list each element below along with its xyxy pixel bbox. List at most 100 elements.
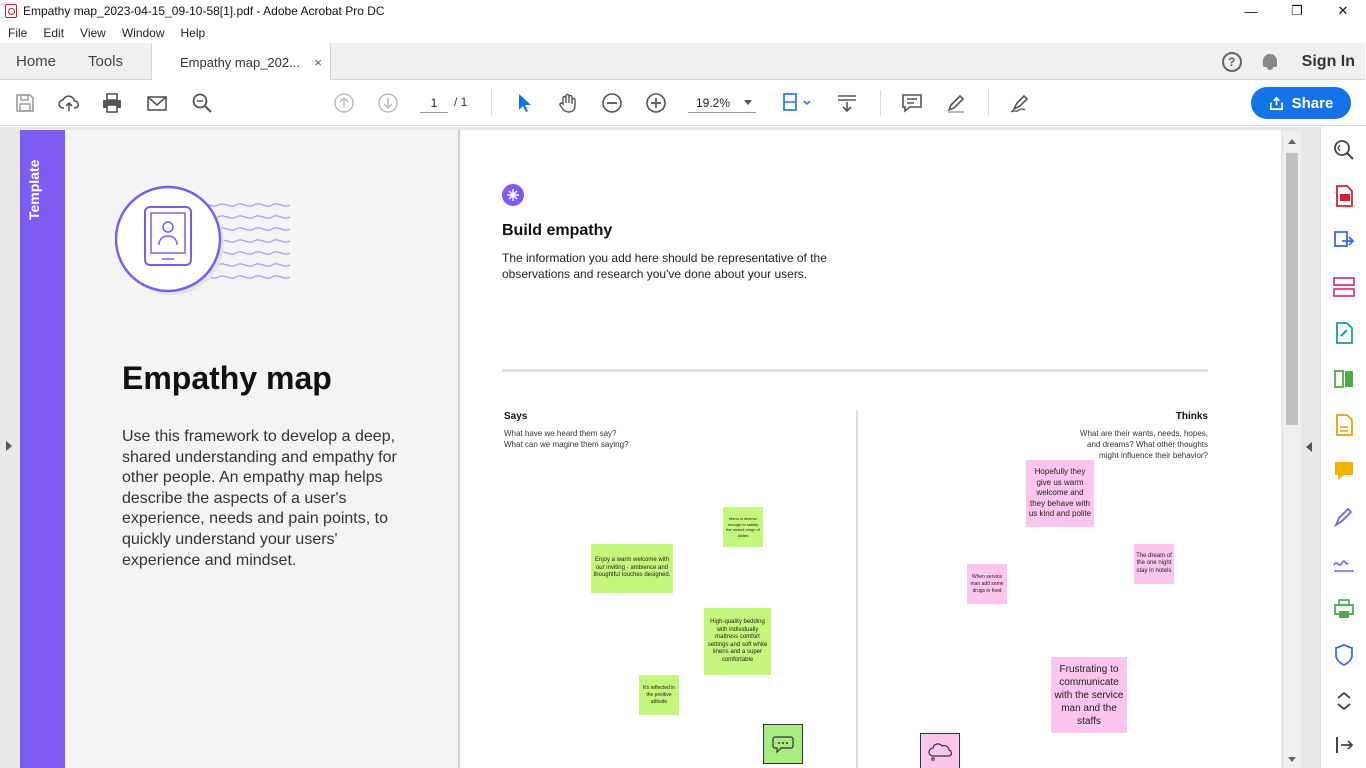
scroll-up-arrow-icon[interactable] xyxy=(1288,139,1296,144)
share-button[interactable]: Share xyxy=(1251,87,1351,119)
collapse-sidebar-icon[interactable] xyxy=(1332,733,1356,757)
export-pdf-icon[interactable] xyxy=(1332,229,1356,253)
section-divider xyxy=(502,369,1208,372)
thinks-question-2: and dreams? What other thoughts xyxy=(1087,440,1208,449)
scroll-down-arrow-icon[interactable] xyxy=(1288,757,1296,762)
tab-close-icon[interactable]: × xyxy=(314,55,322,70)
sticky-note[interactable]: Enjoy a warm welcome with our inviting ·… xyxy=(591,544,673,593)
menu-view[interactable]: View xyxy=(72,26,114,40)
compare-files-icon[interactable] xyxy=(1332,367,1356,391)
zoom-out-icon[interactable] xyxy=(600,91,624,115)
tab-home[interactable]: Home xyxy=(16,43,56,80)
window-controls: — ❐ ✕ xyxy=(1228,0,1366,22)
template-info-panel: Empathy map Use this framework to develo… xyxy=(65,130,460,768)
thinks-question-1: What are their wants, needs, hopes, xyxy=(1079,429,1208,438)
chat-bubble-icon xyxy=(772,736,794,753)
next-page-icon[interactable] xyxy=(376,91,400,115)
zoom-in-icon[interactable] xyxy=(644,91,668,115)
acrobat-pdf-icon xyxy=(5,4,17,18)
thinks-description: What are their wants, needs, hopes, and … xyxy=(1080,428,1208,461)
close-button[interactable]: ✕ xyxy=(1320,0,1366,22)
hand-tool-icon[interactable] xyxy=(556,91,580,115)
vertical-scrollbar[interactable] xyxy=(1283,131,1301,768)
tabs-row: Home Tools Empathy map_202... × ? Sign I… xyxy=(0,43,1366,81)
fill-form-icon[interactable] xyxy=(1332,413,1356,437)
email-icon[interactable] xyxy=(145,91,169,115)
empathy-illustration-icon xyxy=(115,185,291,295)
scrollbar-thumb[interactable] xyxy=(1286,153,1298,425)
tab-document-label: Empathy map_202... xyxy=(180,54,300,70)
menu-edit[interactable]: Edit xyxy=(35,26,72,40)
cloud-upload-icon[interactable] xyxy=(57,91,81,115)
sticky-note[interactable]: It's reflected in the positive attitude xyxy=(639,675,679,715)
sticky-note[interactable]: High-quality bedding with individually m… xyxy=(704,608,771,675)
template-strip: Template xyxy=(20,130,65,768)
search-icon[interactable] xyxy=(190,91,214,115)
chevron-down-icon xyxy=(744,100,752,105)
print-icon[interactable] xyxy=(100,91,124,115)
minimize-button[interactable]: — xyxy=(1228,0,1274,22)
thought-cloud-icon xyxy=(928,743,953,761)
template-label: Template xyxy=(26,159,42,220)
print-production-icon[interactable] xyxy=(1332,597,1356,621)
sticky-note[interactable]: When service man add some drugs in food xyxy=(967,564,1007,604)
build-empathy-description: The information you add here should be r… xyxy=(502,251,827,281)
previous-page-icon[interactable] xyxy=(332,91,356,115)
comment-tool-icon[interactable] xyxy=(1332,459,1356,483)
sticky-note[interactable]: Hopefully they give us warm welcome and … xyxy=(1026,460,1094,527)
scrolling-mode-icon[interactable] xyxy=(835,91,859,115)
protect-shield-icon[interactable] xyxy=(1332,643,1356,667)
page-fit-icon[interactable] xyxy=(780,91,814,115)
expand-left-arrow-icon xyxy=(6,441,12,451)
says-title: Says xyxy=(504,411,528,422)
tab-tools[interactable]: Tools xyxy=(88,43,123,80)
sticky-note[interactable]: The dream of the one night stay in hotel… xyxy=(1134,544,1174,584)
toolbar: 1 / 1 19.2% Share xyxy=(0,80,1366,126)
toolbar-divider xyxy=(988,90,989,116)
template-description: Use this framework to develop a deep, sh… xyxy=(122,428,397,569)
zoom-level-select[interactable]: 19.2% xyxy=(688,93,756,113)
collapse-right-panel-arrow-icon[interactable] xyxy=(1306,442,1312,452)
highlight-pen-icon[interactable] xyxy=(944,91,968,115)
sticky-note-thought[interactable] xyxy=(920,733,960,768)
toolbar-divider xyxy=(880,90,881,116)
notifications-bell-icon[interactable] xyxy=(1262,53,1278,71)
toolbar-divider xyxy=(491,90,492,116)
fill-sign-icon[interactable] xyxy=(1008,91,1032,115)
page-number-input[interactable]: 1 xyxy=(420,93,448,113)
menu-file[interactable]: File xyxy=(0,26,35,40)
empathy-canvas: Build empathy The information you add he… xyxy=(460,130,1281,768)
tab-document[interactable]: Empathy map_202... × xyxy=(151,43,331,81)
sticky-note[interactable]: Frustrating to communicate with the serv… xyxy=(1051,657,1127,733)
select-cursor-icon[interactable] xyxy=(512,91,536,115)
create-pdf-icon[interactable] xyxy=(1332,184,1356,208)
restore-button[interactable]: ❐ xyxy=(1274,0,1320,22)
sign-in-link[interactable]: Sign In xyxy=(1302,53,1355,71)
share-button-label: Share xyxy=(1291,94,1334,112)
zoom-level-value: 19.2% xyxy=(696,95,731,110)
fill-and-sign-icon[interactable] xyxy=(1332,505,1356,529)
more-tools-chevron-icon[interactable] xyxy=(1332,689,1356,713)
pdf-page: Template Empathy map Use this framework … xyxy=(20,130,1281,768)
sticky-note[interactable]: Menu is diverse enough to satisfy the wi… xyxy=(723,507,763,547)
share-icon xyxy=(1269,96,1283,110)
tools-sidebar xyxy=(1320,127,1366,768)
left-panel-toggle[interactable] xyxy=(0,127,20,768)
comment-icon[interactable] xyxy=(900,91,924,115)
help-icon[interactable]: ? xyxy=(1221,51,1242,72)
request-signature-icon[interactable] xyxy=(1332,551,1356,575)
thinks-question-3: might influence their behavior? xyxy=(1099,451,1208,460)
menu-window[interactable]: Window xyxy=(114,26,173,40)
document-viewport[interactable]: Template Empathy map Use this framework … xyxy=(0,127,1320,768)
sticky-note-chat[interactable] xyxy=(763,724,803,764)
says-question-1: What have we heard them say? xyxy=(504,429,617,438)
page-total: / 1 xyxy=(454,95,468,109)
thinks-title: Thinks xyxy=(1175,411,1208,422)
save-icon[interactable] xyxy=(13,91,37,115)
edit-pdf-icon[interactable] xyxy=(1332,321,1356,345)
sparkle-icon xyxy=(502,184,524,206)
zoom-search-icon[interactable] xyxy=(1332,138,1356,162)
organize-pages-icon[interactable] xyxy=(1332,275,1356,299)
menu-help[interactable]: Help xyxy=(173,26,214,40)
template-title: Empathy map xyxy=(122,360,332,396)
